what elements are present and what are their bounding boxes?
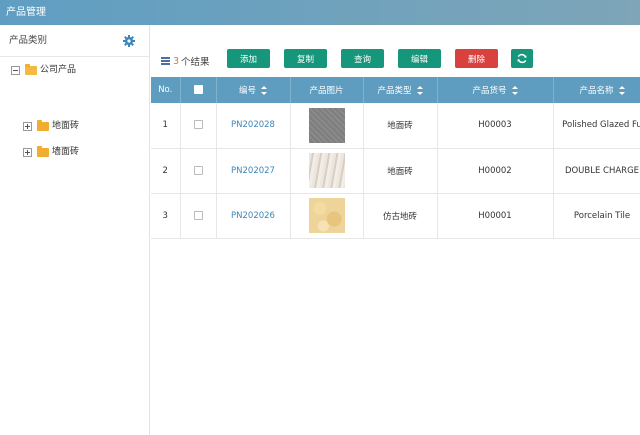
cell-sku: H00001 [437,193,554,239]
product-table: No. 编号 产品图片 产品类型 产品货号 产品名称 1 PN202028 地面… [151,77,640,239]
cell-type: 地面砖 [363,148,438,194]
row-checkbox[interactable] [193,210,203,220]
expand-toggle-icon[interactable] [23,147,32,157]
main-panel: 3 个结果 添加 复制 查询 编辑 删除 No. 编号 产品图片 产品类型 产品… [151,25,640,435]
refresh-icon [517,53,527,64]
gear-icon[interactable] [123,35,135,47]
cell-name: Polished Glazed Fu [553,103,640,149]
toolbar: 3 个结果 添加 复制 查询 编辑 删除 [151,48,640,72]
cell-name: DOUBLE CHARGE [553,148,640,194]
cell-no: 3 [151,193,181,239]
sidebar-title: 产品类别 [9,35,48,46]
col-header-sku[interactable]: 产品货号 [437,77,554,103]
col-header-label: 产品类型 [377,86,412,96]
tree-node-wall-tile[interactable]: 墙面砖 [23,144,79,160]
cell-no: 1 [151,103,181,149]
col-header-name[interactable]: 产品名称 [553,77,640,103]
sort-icon[interactable] [511,86,518,95]
cell-no: 2 [151,148,181,194]
cell-image [290,148,364,194]
expand-toggle-icon[interactable] [23,121,32,131]
table-row[interactable]: 3 PN202026 仿古地砖 H00001 Porcelain Tile [151,193,640,239]
tree-node-label: 公司产品 [40,65,77,75]
tree-node-company-products[interactable]: 公司产品 [11,62,76,78]
col-header-code[interactable]: 编号 [216,77,291,103]
add-button[interactable]: 添加 [227,49,270,68]
tree-node-floor-tile[interactable]: 地面砖 [23,118,79,134]
result-count: 3 个结果 [161,54,210,68]
col-header-image: 产品图片 [290,77,364,103]
tree-node-label: 地面砖 [52,121,80,131]
collapse-toggle-icon[interactable] [11,65,20,75]
product-image[interactable] [308,198,345,233]
cell-code-link[interactable]: PN202028 [216,103,291,149]
window-title: 产品管理 [0,0,640,25]
sort-icon[interactable] [261,86,267,95]
result-count-number: 3 [173,55,180,67]
category-sidebar: 产品类别 公司产品 地面砖 墙面砖 [0,25,150,435]
cell-type: 地面砖 [363,103,438,149]
select-all-checkbox[interactable] [193,85,203,94]
sort-icon[interactable] [618,86,625,95]
edit-button[interactable]: 编辑 [398,49,441,68]
query-button[interactable]: 查询 [341,49,384,68]
sidebar-header: 产品类别 [0,25,149,57]
delete-button[interactable]: 删除 [455,49,498,68]
cell-select [180,193,217,239]
cell-name: Porcelain Tile [553,193,640,239]
col-header-no: No. [151,77,181,103]
cell-code-link[interactable]: PN202027 [216,148,291,194]
folder-icon [37,119,49,131]
table-row[interactable]: 1 PN202028 地面砖 H00003 Polished Glazed Fu [151,103,640,149]
result-count-suffix: 个结果 [181,57,210,68]
cell-sku: H00003 [437,103,554,149]
refresh-button[interactable] [511,49,533,68]
cell-type: 仿古地砖 [363,193,438,239]
col-header-label: 编号 [238,86,256,96]
tree-node-label: 墙面砖 [52,147,80,157]
table-header-row: No. 编号 产品图片 产品类型 产品货号 产品名称 [151,77,640,103]
col-header-label: 产品名称 [579,86,614,96]
product-image[interactable] [308,153,345,188]
copy-button[interactable]: 复制 [284,49,327,68]
col-header-select[interactable] [180,77,217,103]
folder-open-icon [25,63,37,75]
col-header-label: 产品货号 [472,86,507,96]
cell-code-link[interactable]: PN202026 [216,193,291,239]
table-row[interactable]: 2 PN202027 地面砖 H00002 DOUBLE CHARGE [151,148,640,194]
cell-image [290,103,364,149]
row-checkbox[interactable] [193,165,203,175]
folder-icon [37,145,49,157]
product-image[interactable] [308,107,345,143]
row-checkbox[interactable] [193,120,203,130]
cell-select [180,148,217,194]
list-icon [161,57,170,65]
sort-icon[interactable] [416,86,423,95]
cell-image [290,193,364,239]
col-header-type[interactable]: 产品类型 [363,77,438,103]
cell-select [180,103,217,149]
cell-sku: H00002 [437,148,554,194]
